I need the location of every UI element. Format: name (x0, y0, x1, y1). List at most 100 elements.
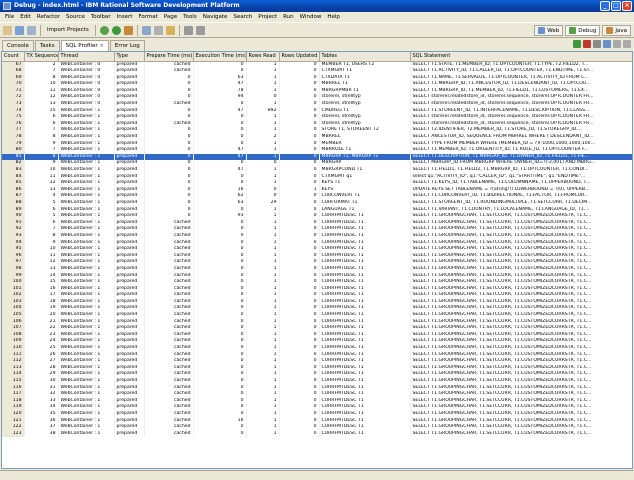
table-row[interactable]: 78 8 WebContainer : 1 prepared 0 0 2 0 MBRREL SEL… (2, 134, 632, 141)
menu-window[interactable]: Window (297, 14, 325, 20)
table-row[interactable]: 99 14 WebContainer : 1 prepared cached 0 1 0 CUR… (2, 272, 632, 280)
table-row[interactable]: 119 34 WebContainer : 1 prepared cached 0 1 0 CU… (2, 404, 632, 411)
table-row[interactable]: 69 8 WebContainer : 0 prepared 0 63 1 0 CTXDATA … (2, 74, 632, 82)
menu-run[interactable]: Run (280, 14, 297, 20)
menu-refactor[interactable]: Refactor (34, 14, 63, 20)
table-row[interactable]: 91 6 WebContainer : 1 prepared cached 0 1 0 CURR… (2, 219, 632, 227)
table-row[interactable]: 116 31 WebContainer : 1 prepared cached 0 1 0 CU… (2, 384, 632, 392)
menu-page[interactable]: Page (161, 14, 180, 20)
column-header-prepare-time-ms[interactable]: Prepare Time (ms) (144, 52, 194, 62)
external-tools-icon[interactable] (123, 25, 133, 35)
table-row[interactable]: 70 10 WebContainer : 0 prepared 0 47 1 0 MBRREL … (2, 81, 632, 88)
menu-source[interactable]: Source (63, 14, 88, 20)
menu-format[interactable]: Format (135, 14, 160, 20)
table-row[interactable]: 80 7 WebContainer : 1 prepared 0 47 1 0 MBRROLE … (2, 147, 632, 154)
stop-icon[interactable] (583, 40, 591, 48)
table-row[interactable]: 100 15 WebContainer : 1 prepared cached 0 1 0 CU… (2, 279, 632, 286)
table-row[interactable]: 115 30 WebContainer : 1 prepared cached 0 1 0 CU… (2, 378, 632, 385)
table-row[interactable]: 77 7 WebContainer : 1 prepared 0 0 1 0 STORE T1,… (2, 127, 632, 135)
sql-profiler-table[interactable]: Count TX Sequence Thread Type Prepare Time (… (1, 51, 633, 469)
table-row[interactable]: 96 11 WebContainer : 1 prepared cached 0 1 0 CUR… (2, 252, 632, 260)
table-row[interactable]: 123 38 WebContainer : 1 prepared cached 0 1 0 CU… (2, 430, 632, 438)
table-row[interactable]: 95 10 WebContainer : 1 prepared cached 0 1 0 CUR… (2, 246, 632, 253)
maximize-button[interactable]: □ (611, 1, 621, 11)
run-icon[interactable] (111, 25, 121, 35)
table-row[interactable]: 73 13 WebContainer : 0 prepared cached 0 1 0 sto… (2, 101, 632, 108)
menu-search[interactable]: Search (230, 14, 255, 20)
perspective-java-button[interactable]: Java (602, 25, 631, 36)
close-button[interactable]: × (622, 1, 632, 11)
column-header-rows-updated[interactable]: Rows Updated (279, 52, 320, 62)
open-folder-icon[interactable] (165, 25, 175, 35)
column-header-tables[interactable]: Tables (319, 52, 411, 62)
maximize-view-icon[interactable] (623, 40, 631, 48)
clear-icon[interactable] (593, 40, 601, 48)
column-header-rows-read[interactable]: Rows Read (246, 52, 280, 62)
table-row[interactable]: 108 23 WebContainer : 1 prepared cached 0 1 0 CU… (2, 331, 632, 339)
table-row[interactable]: 67 2 WebContainer : 0 prepared cached 0 1 0 MEMB… (2, 61, 632, 69)
print-icon[interactable] (27, 25, 36, 35)
tab-sql-profiler[interactable]: SQL Profiler × (60, 40, 109, 52)
new-icon[interactable] (3, 25, 12, 35)
table-row[interactable]: 94 9 WebContainer : 1 prepared cached 0 1 0 CURR… (2, 239, 632, 247)
table-row[interactable]: 74 15 WebContainer : 1 prepared 0 47 892 0 CMDRE… (2, 107, 632, 115)
close-tab-icon[interactable]: × (100, 41, 104, 52)
table-row[interactable]: 88 5 WebContainer : 1 prepared 0 63 29 0 CURFORM… (2, 199, 632, 207)
tab-console[interactable]: Console (2, 40, 34, 51)
tab-tasks[interactable]: Tasks (34, 40, 60, 51)
run-query-icon[interactable] (573, 40, 581, 48)
table-row[interactable]: 92 7 WebContainer : 1 prepared cached 0 1 0 CURR… (2, 226, 632, 233)
menu-project[interactable]: Project (255, 14, 280, 20)
table-row[interactable]: 97 12 WebContainer : 1 prepared cached 0 1 0 CUR… (2, 259, 632, 266)
tab-error-log[interactable]: Error Log (109, 40, 145, 51)
debug-icon[interactable] (99, 25, 109, 35)
table-row[interactable]: 83 10 WebContainer : 1 prepared 0 47 1 0 MBRGRPC… (2, 167, 632, 174)
table-row[interactable]: 102 17 WebContainer : 1 prepared cached 0 1 0 CU… (2, 292, 632, 299)
table-row[interactable]: 114 29 WebContainer : 1 prepared cached 0 1 0 CU… (2, 371, 632, 378)
forward-icon[interactable] (195, 25, 205, 35)
menu-file[interactable]: File (2, 14, 17, 20)
table-row[interactable]: 79 9 WebContainer : 1 prepared 0 0 1 0 MEMBER SEL… (2, 140, 632, 148)
perspective-web-button[interactable]: Web (534, 25, 564, 36)
minimize-view-icon[interactable] (613, 40, 621, 48)
table-row[interactable]: 93 8 WebContainer : 1 prepared cached 0 1 0 CURR… (2, 232, 632, 240)
table-row[interactable]: 71 11 WebContainer : 0 prepared 0 78 1 0 MBRGRPM… (2, 87, 632, 95)
table-row[interactable]: 84 11 WebContainer : 1 prepared 0 0 1 0 CTXMGMT … (2, 173, 632, 181)
table-row[interactable]: 90 5 WebContainer : 1 prepared 0 93 1 0 CURRFMTD… (2, 213, 632, 220)
table-row[interactable]: 122 37 WebContainer : 1 prepared cached 0 1 0 CU… (2, 424, 632, 431)
menu-tools[interactable]: Tools (180, 14, 200, 20)
menu-toolbar[interactable]: Toolbar (88, 14, 114, 20)
column-header-count[interactable]: Count (2, 52, 25, 62)
table-row[interactable]: 111 26 WebContainer : 1 prepared cached 0 1 0 CU… (2, 351, 632, 359)
column-header-thread[interactable]: Thread (58, 52, 115, 62)
table-row[interactable]: 107 22 WebContainer : 1 prepared cached 0 1 0 CU… (2, 325, 632, 332)
table-row[interactable]: 103 18 WebContainer : 1 prepared cached 0 1 0 CU… (2, 298, 632, 306)
import-projects-button[interactable]: Import Projects (45, 27, 91, 33)
column-header-execution-time-ms[interactable]: Execution Time (ms) (193, 52, 247, 62)
menu-help[interactable]: Help (324, 14, 343, 20)
column-header-tx-sequence[interactable]: TX Sequence (24, 52, 59, 62)
open-type-icon[interactable] (141, 25, 151, 35)
table-row[interactable]: 120 35 WebContainer : 1 prepared cached 0 1 0 CU… (2, 410, 632, 418)
export-icon[interactable] (603, 40, 611, 48)
table-row[interactable]: 86 13 WebContainer : 1 prepared 0 16 0 1 KEYS UPD… (2, 186, 632, 194)
table-row[interactable]: 87 4 WebContainer : 1 prepared 0 62 0 0 CURCONVE… (2, 193, 632, 200)
menu-navigate[interactable]: Navigate (200, 14, 231, 20)
table-row[interactable]: 118 33 WebContainer : 1 prepared cached 0 1 0 CU… (2, 397, 632, 405)
back-icon[interactable] (183, 25, 193, 35)
minimize-button[interactable]: _ (600, 1, 610, 11)
table-row[interactable]: 104 19 WebContainer : 1 prepared cached 0 1 0 CU… (2, 305, 632, 313)
table-row[interactable]: 109 24 WebContainer : 1 prepared cached 0 1 0 CU… (2, 338, 632, 346)
search-icon[interactable] (153, 25, 163, 35)
save-icon[interactable] (15, 25, 24, 35)
table-row[interactable]: 75 6 WebContainer : 1 prepared 0 0 1 0 storerel,… (2, 114, 632, 121)
table-row[interactable]: 112 27 WebContainer : 1 prepared cached 0 1 0 CU… (2, 358, 632, 365)
table-row[interactable]: 110 25 WebContainer : 1 prepared cached 0 1 0 CU… (2, 345, 632, 352)
table-row[interactable]: 121 36 WebContainer : 1 prepared cached 16 1 0 C… (2, 417, 632, 425)
table-row[interactable]: 113 28 WebContainer : 1 prepared cached 0 1 0 CU… (2, 364, 632, 372)
table-row[interactable]: 101 16 WebContainer : 1 prepared cached 0 1 0 CU… (2, 285, 632, 293)
table-row[interactable]: 117 32 WebContainer : 1 prepared cached 0 1 0 CU… (2, 391, 632, 398)
table-row[interactable]: 72 12 WebContainer : 0 prepared 0 94 0 0 storere… (2, 94, 632, 102)
menu-edit[interactable]: Edit (17, 14, 34, 20)
table-row[interactable]: 98 13 WebContainer : 1 prepared cached 0 1 0 CUR… (2, 265, 632, 273)
